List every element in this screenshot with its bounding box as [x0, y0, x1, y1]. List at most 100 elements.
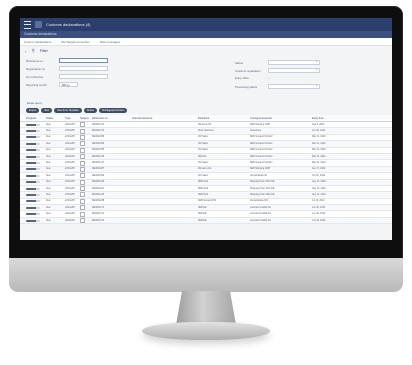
export-button[interactable]: Export	[26, 108, 40, 113]
progress-cell	[26, 149, 46, 152]
type-cell: LDD-EPX	[65, 136, 75, 139]
progress-cell	[26, 174, 46, 177]
declarant-cell: SEB Versand DIV	[198, 200, 217, 203]
breadcrumb-item[interactable]: New messages	[100, 40, 121, 44]
progress-bar	[26, 200, 40, 203]
declarant-cell: Wimanns AG	[198, 168, 212, 171]
processing-status-label: Processing status	[235, 84, 258, 89]
new-button[interactable]: New	[41, 108, 53, 113]
reporting-month-input[interactable]: MM.yy	[59, 82, 78, 87]
table-row[interactable]: New LDD-EPX DE0001270 SEB DE Lieferant Konfl…	[20, 217, 392, 225]
new-from-template-button[interactable]: New from Template	[54, 108, 82, 113]
entry-time-cell: Aug 12, 2022	[312, 181, 326, 184]
reference-cell: DE0001456	[92, 142, 105, 145]
status-label: Status	[235, 60, 243, 65]
our-reference-label: Our reference	[26, 74, 44, 79]
row-checkbox[interactable]	[80, 141, 85, 147]
reference-cell: DE0001455	[92, 149, 105, 152]
consignor-cell: Superstore	[250, 130, 262, 133]
row-checkbox[interactable]	[80, 198, 85, 204]
progress-cell	[26, 206, 46, 209]
column-header[interactable]: Consignor/exporter	[250, 117, 312, 120]
breadcrumb-item[interactable]: Recharge/connection	[61, 40, 89, 44]
declarant-cell: SEB Nord	[198, 181, 209, 184]
entry-time-cell: Aug 12, 2022	[312, 193, 326, 196]
row-checkbox[interactable]	[80, 173, 85, 179]
row-checkbox[interactable]	[80, 147, 85, 153]
row-checkbox[interactable]	[80, 160, 85, 166]
row-checkbox[interactable]	[80, 128, 85, 134]
delete-button[interactable]: Delete	[83, 108, 97, 113]
reference-no-input[interactable]	[59, 58, 108, 63]
subject-cell	[80, 147, 92, 153]
entry-time-cell: Aug 12, 2022	[312, 187, 326, 190]
subject-cell	[80, 154, 92, 160]
processing-status-select[interactable]	[268, 83, 320, 89]
column-header[interactable]: Subject	[80, 117, 92, 120]
row-checkbox[interactable]	[80, 179, 85, 185]
consignor-cell: Versandstelle Ml	[250, 174, 267, 177]
registration-no-input[interactable]	[59, 66, 108, 71]
progress-bar	[26, 168, 40, 171]
subject-cell	[80, 128, 92, 134]
filter-label[interactable]: Filter	[40, 49, 48, 53]
permissions-button[interactable]: Privilege/permission	[98, 108, 128, 113]
column-header[interactable]: Type	[65, 117, 80, 120]
row-checkbox[interactable]	[80, 186, 85, 192]
status-select[interactable]	[268, 59, 320, 65]
row-checkbox[interactable]	[80, 205, 85, 211]
customs-registration-select[interactable]	[268, 67, 320, 73]
declarant-cell: SEB DE	[198, 219, 207, 222]
consignor-cell: Shipping Point 1010 DE	[250, 187, 275, 190]
consignor-cell: Lieferant Konflikt AG	[250, 206, 271, 209]
back-icon[interactable]: ‹	[25, 49, 27, 54]
column-header[interactable]: Reference no.	[92, 117, 132, 120]
progress-bar	[26, 213, 40, 216]
column-header[interactable]: Progress	[26, 117, 46, 120]
declarant-cell: SEB DE	[198, 213, 207, 216]
reference-cell: DE0001417	[92, 162, 105, 165]
column-header[interactable]: Entry time	[312, 117, 352, 120]
column-header[interactable]: Internal reference	[132, 117, 198, 120]
row-checkbox[interactable]	[80, 122, 85, 128]
monitor-stand-neck	[176, 291, 236, 325]
table-header: Progress Status Type Subject Reference n…	[20, 115, 392, 122]
progress-cell	[26, 130, 46, 133]
row-checkbox[interactable]	[80, 166, 85, 172]
breadcrumb-item[interactable]: Custom declarations	[24, 40, 51, 44]
subject-cell	[80, 179, 92, 185]
reset-query-link[interactable]: Reset query	[27, 101, 42, 105]
registration-no-label: Registration no.	[26, 66, 46, 71]
menu-icon[interactable]	[24, 20, 31, 29]
progress-cell	[26, 200, 46, 203]
column-header[interactable]: Status	[46, 117, 65, 120]
filter-icon[interactable]: ⚲	[32, 48, 35, 54]
progress-bar	[26, 206, 40, 209]
declarant-cell: CM Sales	[198, 142, 208, 145]
declarant-cell: SEB AG	[198, 155, 207, 158]
filter-toolbar: ‹ ⚲ Filter	[20, 46, 392, 56]
progress-cell	[26, 155, 46, 158]
screen: Customs declarations (4) Customs declara…	[20, 18, 392, 240]
progress-bar	[26, 130, 40, 133]
status-cell: New	[46, 149, 51, 152]
our-reference-input[interactable]	[59, 74, 108, 79]
row-checkbox[interactable]	[80, 134, 85, 140]
entry-office-value: –	[268, 76, 270, 80]
progress-cell	[26, 187, 46, 190]
reference-cell: DE0001272	[92, 206, 105, 209]
status-cell: New	[46, 174, 51, 177]
declarant-cell: CM Sales	[198, 136, 208, 139]
type-cell: LDD-EPX	[65, 200, 75, 203]
column-header[interactable]: Declarant	[198, 117, 250, 120]
row-checkbox[interactable]	[80, 192, 85, 198]
row-checkbox[interactable]	[80, 154, 85, 160]
entry-time-cell: Mar 31, 2022	[312, 162, 326, 165]
row-checkbox[interactable]	[80, 211, 85, 217]
type-cell: LDD-EPX	[65, 181, 75, 184]
entry-time-cell: Mar 31, 2022	[312, 155, 326, 158]
entry-time-cell: Jun 30, 2022	[312, 130, 326, 133]
reference-cell: DE0001472	[92, 130, 105, 133]
row-checkbox[interactable]	[80, 218, 85, 224]
type-cell: LDD-EPX	[65, 168, 75, 171]
